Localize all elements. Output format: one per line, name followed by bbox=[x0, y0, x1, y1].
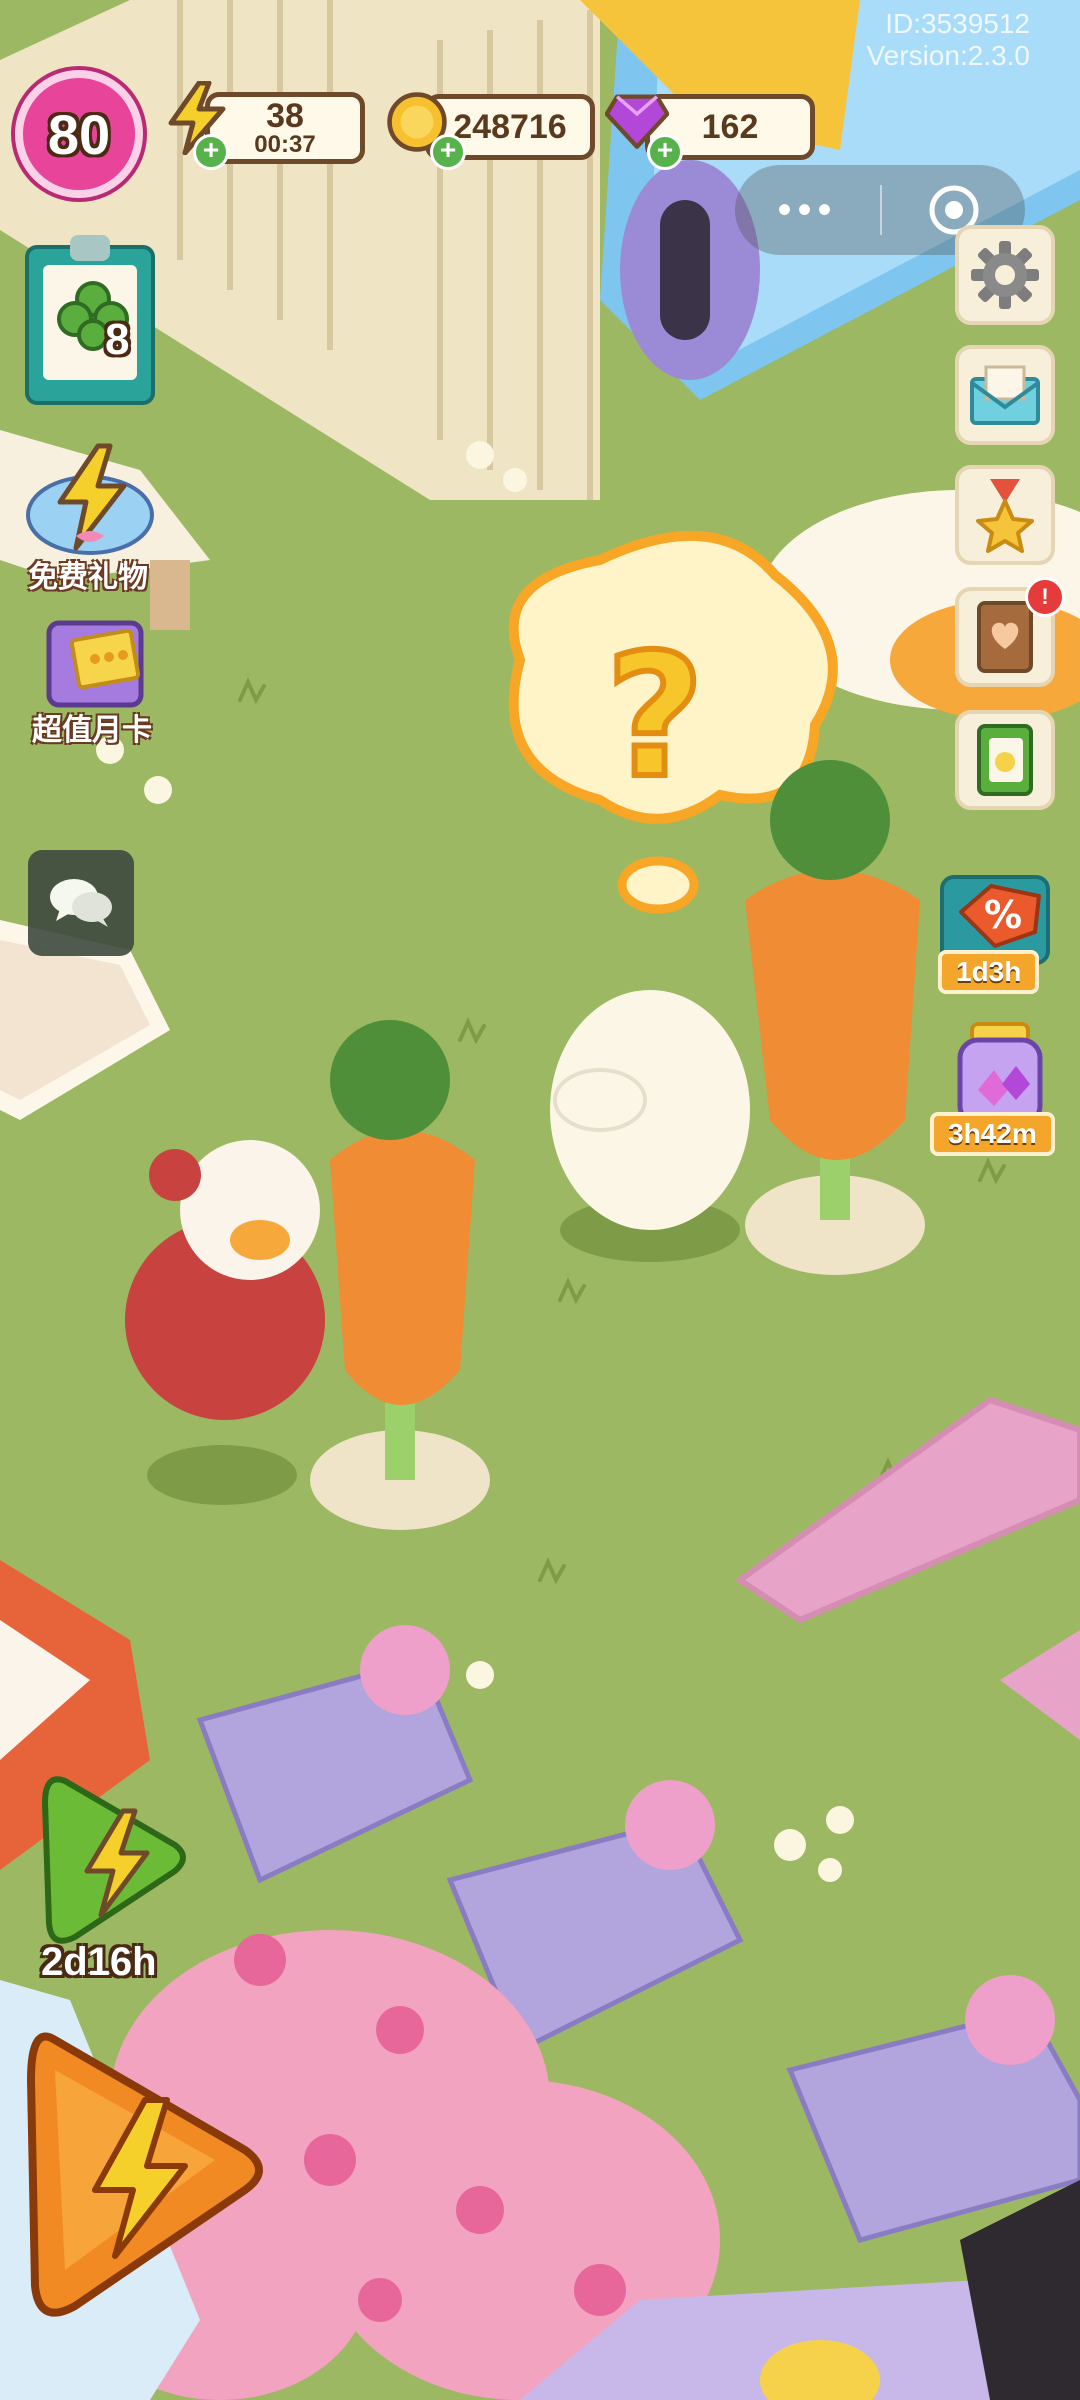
mail-button[interactable] bbox=[955, 345, 1055, 445]
version-text: Version:2.3.0 bbox=[866, 40, 1030, 71]
chat-button[interactable] bbox=[28, 850, 134, 956]
envelope-icon bbox=[970, 365, 1040, 425]
energy-value: 38 bbox=[266, 97, 304, 135]
orange-lightning-play-icon bbox=[26, 2032, 263, 2317]
notification-alert-icon: ! bbox=[1025, 577, 1065, 617]
id-version-overlay: ID:3539512 Version:2.3.0 bbox=[820, 8, 1030, 72]
monthly-card-icon bbox=[46, 620, 144, 708]
gem-jar-button[interactable]: 3h42m bbox=[930, 1020, 1070, 1160]
more-dots-icon: ••• bbox=[777, 187, 838, 232]
task-board-button[interactable]: 8 bbox=[25, 235, 155, 405]
clipboard-clip bbox=[70, 235, 110, 261]
coins-value: 248716 bbox=[453, 107, 567, 146]
game-scene[interactable]: ? ID:3539512 Version:2.3.0 ••• 80 38 00:… bbox=[0, 0, 1080, 2400]
player-id-text: ID:3539512 bbox=[885, 8, 1030, 39]
gems-value: 162 bbox=[701, 107, 759, 146]
sale-offer-timer: 1d3h bbox=[938, 950, 1040, 994]
player-level-text: 80 bbox=[47, 102, 111, 166]
energy-resource[interactable]: 38 00:37 + bbox=[165, 81, 365, 170]
svg-text:%: % bbox=[984, 893, 1022, 937]
more-options-button[interactable]: ••• bbox=[735, 165, 880, 255]
medal-star-icon bbox=[976, 479, 1034, 553]
task-count: 8 bbox=[105, 315, 130, 364]
energy-event-timer: 2d16h bbox=[41, 1940, 157, 1984]
free-gift-button[interactable]: 免费礼物 bbox=[10, 440, 170, 600]
energy-timer: 00:37 bbox=[254, 131, 316, 158]
main-play-button[interactable] bbox=[25, 2030, 265, 2320]
gem-jar-timer: 3h42m bbox=[930, 1112, 1055, 1156]
album-book-button[interactable]: ! bbox=[955, 577, 1065, 687]
energy-event-button[interactable]: 2d16h bbox=[25, 1775, 195, 1995]
player-level-badge[interactable]: 80 bbox=[15, 70, 143, 198]
percent-tag-icon: % bbox=[959, 884, 1041, 948]
add-energy-button[interactable]: + bbox=[193, 134, 229, 170]
green-lightning-icon bbox=[41, 1776, 186, 1944]
add-gems-button[interactable]: + bbox=[647, 134, 683, 170]
sale-offer-button[interactable]: % 1d3h bbox=[930, 870, 1070, 1000]
recipe-book-button[interactable] bbox=[955, 710, 1055, 810]
settings-button[interactable] bbox=[955, 225, 1055, 325]
free-gift-label: 免费礼物 bbox=[28, 561, 148, 594]
gift-energy-icon bbox=[26, 443, 154, 555]
monthly-card-button[interactable]: 超值月卡 bbox=[10, 600, 170, 750]
chat-bubbles-icon bbox=[50, 879, 112, 927]
svg-text:?: ? bbox=[606, 618, 705, 816]
gems-resource[interactable]: 162 + bbox=[605, 88, 815, 170]
heart-book-icon bbox=[977, 601, 1033, 673]
energy-pill: 38 00:37 bbox=[205, 92, 365, 164]
add-coins-button[interactable]: + bbox=[430, 134, 466, 170]
gear-icon bbox=[971, 241, 1039, 309]
achievements-button[interactable] bbox=[955, 465, 1055, 565]
green-book-icon bbox=[977, 724, 1033, 796]
monthly-card-label: 超值月卡 bbox=[32, 714, 152, 747]
coins-resource[interactable]: 248716 + bbox=[385, 88, 595, 170]
